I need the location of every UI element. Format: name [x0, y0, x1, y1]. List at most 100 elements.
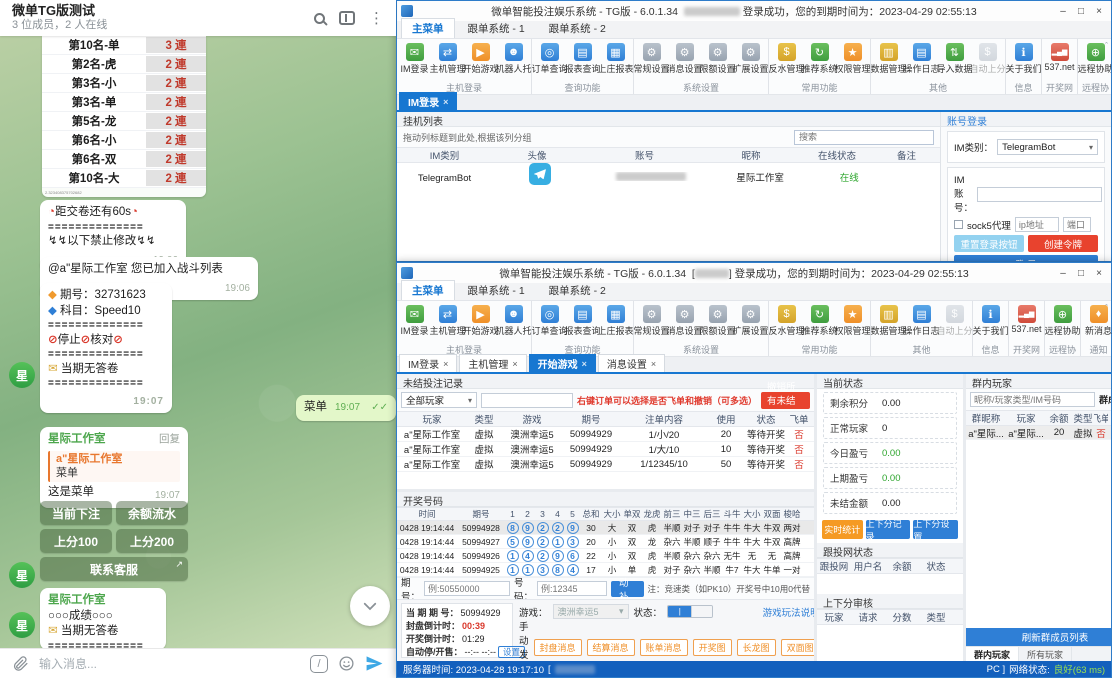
emoji-icon[interactable] [338, 655, 355, 672]
send-close-msg-button[interactable]: 封盘消息 [534, 639, 582, 656]
column-header[interactable]: 玩家 [397, 412, 467, 426]
bot-commands-button[interactable]: / [310, 655, 328, 673]
column-header[interactable]: 类型 [919, 610, 953, 624]
toolbar-item[interactable]: ⚙常规设置 [635, 40, 668, 82]
sender-name[interactable]: 星际工作室 [48, 593, 158, 609]
column-header[interactable]: 前三 [662, 508, 682, 520]
toolbar-item[interactable]: ℹ关于我们 [1007, 40, 1040, 82]
column-header[interactable]: 玩家 [817, 610, 851, 624]
table-row[interactable]: 第6名-双2 連 [42, 150, 206, 169]
game-help-link[interactable]: 游戏玩法说明 [763, 605, 820, 619]
toolbar-item[interactable]: $自动上分 [938, 302, 971, 344]
toolbar-item[interactable]: ▤操作日志 [905, 302, 938, 344]
minimize-button[interactable]: – [1055, 266, 1071, 280]
column-header[interactable]: 双面 [762, 508, 782, 520]
column-header[interactable]: 昵称 [707, 148, 795, 162]
toolbar-item[interactable]: $反水管理 [770, 302, 803, 344]
credit-records-button[interactable]: 上下分记录 [866, 520, 911, 539]
menu-kebab-icon[interactable]: ⋮ [369, 11, 384, 26]
login-button[interactable]: 登 录 [954, 255, 1098, 261]
number-input[interactable] [537, 581, 607, 596]
column-header[interactable]: 斗牛 [722, 508, 742, 520]
toolbar-item[interactable]: ↻推荐系统 [803, 40, 836, 82]
column-header[interactable]: 玩家 [1006, 411, 1046, 425]
table-row[interactable]: TelegramBot 星际工作室 在线 [397, 163, 940, 197]
table-row[interactable]: a"星际工作室虚拟澳洲幸运5509949291/小/2020等待开奖否 [397, 427, 814, 442]
credit-settings-button[interactable]: 上下分设置 [913, 520, 958, 539]
avatar[interactable]: 星 [9, 612, 35, 638]
close-icon[interactable]: × [443, 359, 448, 369]
message-input[interactable] [39, 657, 300, 671]
close-icon[interactable]: × [443, 97, 448, 107]
table-row[interactable]: 0428 19:14:44509949251138417小单虎对子杂六半顺牛7牛… [397, 563, 814, 577]
ribbon-tab[interactable]: 跟单系统 - 1 [457, 280, 536, 300]
column-header[interactable]: 状态 [919, 559, 953, 573]
send-draw-image-button[interactable]: 开奖图 [693, 639, 732, 656]
column-header[interactable]: 龙虎 [642, 508, 662, 520]
document-tab[interactable]: 主机管理× [459, 354, 526, 372]
table-row[interactable]: a"星际...a"星际...20虚拟否 [966, 426, 1111, 440]
toolbar-item[interactable]: ▂▄▆537.net [1010, 302, 1043, 344]
column-header[interactable]: 时间 [397, 508, 457, 520]
column-header[interactable]: 注单内容 [619, 412, 709, 426]
toolbar-item[interactable]: ▤操作日志 [905, 40, 938, 82]
column-header[interactable]: 状态 [743, 412, 789, 426]
toolbar-item[interactable]: ★权限管理 [836, 302, 869, 344]
column-header[interactable]: 飞单 [1094, 411, 1108, 425]
ip-input[interactable] [1015, 217, 1059, 232]
send-streak-image-button[interactable]: 长龙图 [737, 639, 776, 656]
toolbar-item[interactable]: ⇄主机管理 [431, 302, 464, 344]
toolbar-item[interactable]: ▦上庄报表 [599, 302, 632, 344]
sidebar-toggle-icon[interactable] [339, 11, 355, 25]
column-header[interactable]: 期号 [563, 412, 619, 426]
column-header[interactable]: 群昵称 [966, 411, 1006, 425]
im-account-input[interactable] [977, 187, 1102, 202]
toolbar-item[interactable]: ☻机器人托 [497, 302, 530, 344]
table-row[interactable]: 第6名-小2 連 [42, 131, 206, 150]
toolbar-item[interactable]: ℹ关于我们 [974, 302, 1007, 344]
column-header[interactable]: 使用 [709, 412, 743, 426]
toolbar-item[interactable]: ⇅导入数据 [938, 40, 971, 82]
toolbar-item[interactable]: ⚙扩展设置 [734, 40, 767, 82]
toolbar-item[interactable]: ⇄主机管理 [431, 40, 464, 82]
column-header[interactable]: 游戏 [501, 412, 563, 426]
search-input[interactable] [794, 130, 934, 145]
toolbar-item[interactable]: ▶开始游戏 [464, 40, 497, 82]
close-icon[interactable]: × [651, 359, 656, 369]
column-header[interactable]: IM类别 [397, 148, 492, 162]
maximize-button[interactable]: □ [1073, 266, 1089, 280]
avatar[interactable]: 星 [9, 362, 35, 388]
sock5-checkbox[interactable] [954, 220, 963, 229]
reset-login-button[interactable]: 重置登录按钮 [954, 235, 1024, 252]
toolbar-item[interactable]: $反水管理 [770, 40, 803, 82]
toolbar-item[interactable]: ▦上庄报表 [599, 40, 632, 82]
close-button[interactable]: × [1091, 4, 1107, 18]
toolbar-item[interactable]: ▂▄▆537.net [1043, 40, 1076, 82]
ribbon-tab[interactable]: 跟单系统 - 2 [538, 18, 617, 38]
ribbon-collapse-icon[interactable]: ˆ [1105, 303, 1108, 313]
game-status-toggle[interactable]: | [667, 605, 713, 618]
column-header[interactable]: 跟投网 [817, 559, 851, 573]
toolbar-item[interactable]: ⚙限额设置 [701, 40, 734, 82]
scroll-down-button[interactable] [350, 586, 390, 626]
column-header[interactable]: 总和 [580, 508, 602, 520]
toolbar-item[interactable]: ★权限管理 [836, 40, 869, 82]
column-header[interactable]: 账号 [582, 148, 707, 162]
column-header[interactable]: 大小 [742, 508, 762, 520]
toolbar-item[interactable]: ▶开始游戏 [464, 302, 497, 344]
table-row[interactable]: 0428 19:14:44509949261429622小双虎半顺杂六杂六无牛无… [397, 549, 814, 563]
minimize-button[interactable]: – [1055, 4, 1071, 18]
column-header[interactable]: 2 [520, 509, 535, 519]
column-header[interactable]: 期号 [457, 508, 505, 520]
inline-button[interactable]: 联系客服 ↗ [40, 557, 188, 581]
filter-input[interactable] [481, 393, 573, 408]
toolbar-item[interactable]: ◎订单查询 [533, 40, 566, 82]
send-icon[interactable] [365, 654, 384, 673]
toolbar-item[interactable]: ⊕远程协助 [1046, 302, 1079, 344]
column-header[interactable]: 头像 [492, 148, 582, 162]
table-row[interactable]: 第3名-单2 連 [42, 93, 206, 112]
toolbar-item[interactable]: ⚙消息设置 [668, 40, 701, 82]
game-select[interactable]: 澳洲幸运5▾ [553, 604, 629, 619]
members-tab[interactable]: 所有玩家 [1019, 647, 1072, 661]
inline-button[interactable]: 上分200 [116, 529, 188, 553]
